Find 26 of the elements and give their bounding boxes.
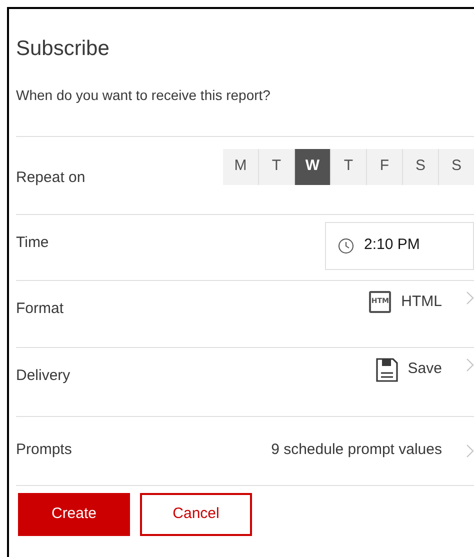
- value-link[interactable]: Save: [376, 348, 474, 416]
- cancel-button[interactable]: Cancel: [140, 492, 252, 536]
- dialog-title: Subscribe: [16, 36, 110, 62]
- chevron-icon: [466, 290, 474, 304]
- day-toggle[interactable]: M: [223, 148, 258, 184]
- chevron-icon: [466, 358, 474, 372]
- day-toggle[interactable]: T: [259, 148, 294, 184]
- day-toggle[interactable]: S: [439, 148, 474, 184]
- time-field[interactable]: 2:10 PM: [325, 222, 474, 270]
- day-toggle[interactable]: T: [331, 148, 366, 184]
- dialog-subtitle: When do you want to receive this report?: [16, 86, 272, 105]
- row-label: Prompts: [16, 440, 72, 460]
- day-toggle[interactable]: S: [403, 148, 438, 184]
- clock-icon: [338, 238, 354, 254]
- row-value: HTML: [401, 292, 442, 312]
- row-label: Time: [16, 234, 49, 250]
- create-button[interactable]: Create: [18, 492, 130, 536]
- chevron-icon: [466, 444, 474, 458]
- day-toggle[interactable]: W: [295, 148, 330, 184]
- row-label: Repeat on: [16, 169, 86, 186]
- row-label: Delivery: [16, 366, 70, 384]
- day-toggle[interactable]: F: [367, 148, 402, 184]
- row-value: Save: [408, 359, 442, 380]
- value-link[interactable]: 9 schedule prompt values: [271, 416, 474, 484]
- row-value: 9 schedule prompt values: [271, 440, 442, 460]
- row-label: Format: [16, 300, 64, 316]
